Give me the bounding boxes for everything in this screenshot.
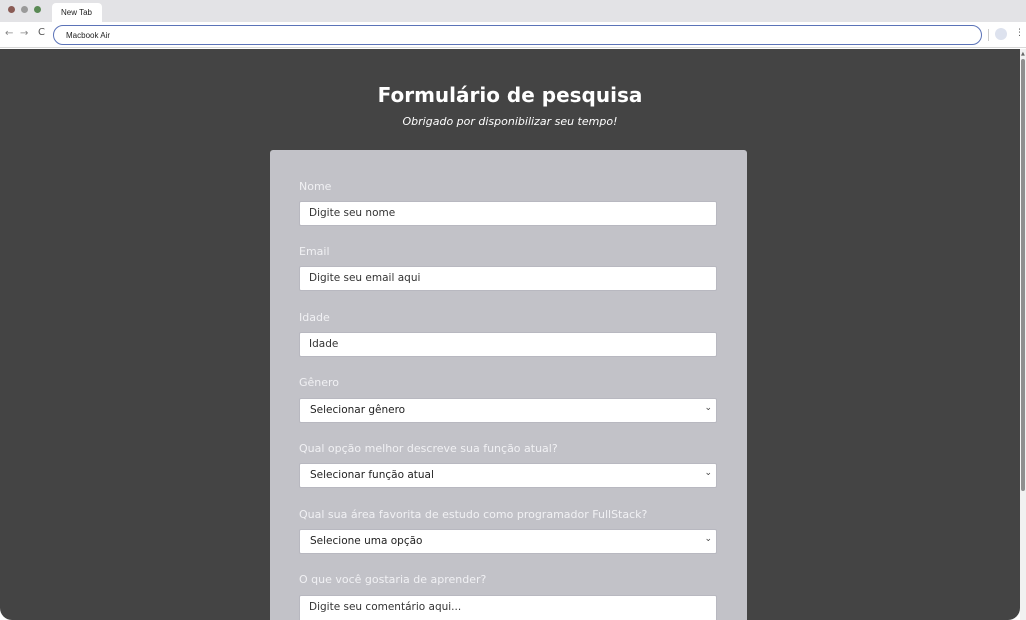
role-select[interactable]: Selecionar função atual ⌄ <box>299 463 717 488</box>
learn-label: O que você gostaria de aprender? <box>299 573 487 586</box>
name-label: Nome <box>299 180 332 193</box>
survey-form: Nome Digite seu nome Email Digite seu em… <box>270 150 747 620</box>
scroll-up-icon[interactable]: ▲ <box>1021 51 1025 57</box>
back-arrow-icon[interactable]: ← <box>5 28 13 39</box>
role-select-value: Selecionar função atual <box>310 469 434 481</box>
chevron-down-icon: ⌄ <box>704 534 712 544</box>
email-input[interactable]: Digite seu email aqui <box>299 266 717 291</box>
page-title: Formulário de pesquisa <box>377 83 643 107</box>
survey-page: Formulário de pesquisa Obrigado por disp… <box>0 49 1020 620</box>
chevron-down-icon: ⌄ <box>704 468 712 478</box>
page-subtitle: Obrigado por disponibilizar seu tempo! <box>402 115 618 128</box>
window-close-icon[interactable] <box>8 6 15 13</box>
email-label: Email <box>299 245 330 258</box>
scrollbar-thumb[interactable] <box>1021 59 1025 491</box>
toolbar-divider <box>988 29 989 41</box>
gender-select[interactable]: Selecionar gênero ⌄ <box>299 398 717 423</box>
role-label: Qual opção melhor descreve sua função at… <box>299 442 558 455</box>
chevron-down-icon: ⌄ <box>704 403 712 413</box>
area-select[interactable]: Selecione uma opção ⌄ <box>299 529 717 554</box>
profile-avatar-icon[interactable] <box>995 28 1007 40</box>
gender-select-value: Selecionar gênero <box>310 404 406 416</box>
age-input[interactable]: Idade <box>299 332 717 357</box>
age-label: Idade <box>299 311 330 324</box>
forward-arrow-icon[interactable]: → <box>20 28 28 39</box>
browser-menu-icon[interactable]: ⋮ <box>1015 28 1024 38</box>
reload-icon[interactable]: C <box>38 27 45 38</box>
window-minimize-icon[interactable] <box>21 6 28 13</box>
window-maximize-icon[interactable] <box>34 6 41 13</box>
name-input[interactable]: Digite seu nome <box>299 201 717 226</box>
gender-label: Gênero <box>299 376 340 389</box>
browser-tab-bar: New Tab <box>0 0 1026 22</box>
area-label: Qual sua área favorita de estudo como pr… <box>299 508 648 521</box>
page-viewport: Formulário de pesquisa Obrigado por disp… <box>0 49 1026 620</box>
browser-toolbar: ← → C Macbook Air ⋮ <box>0 22 1026 48</box>
address-bar[interactable]: Macbook Air <box>53 25 982 45</box>
comment-textarea[interactable]: Digite seu comentário aqui... <box>299 595 717 620</box>
area-select-value: Selecione uma opção <box>310 535 423 547</box>
browser-tab[interactable]: New Tab <box>52 3 102 22</box>
